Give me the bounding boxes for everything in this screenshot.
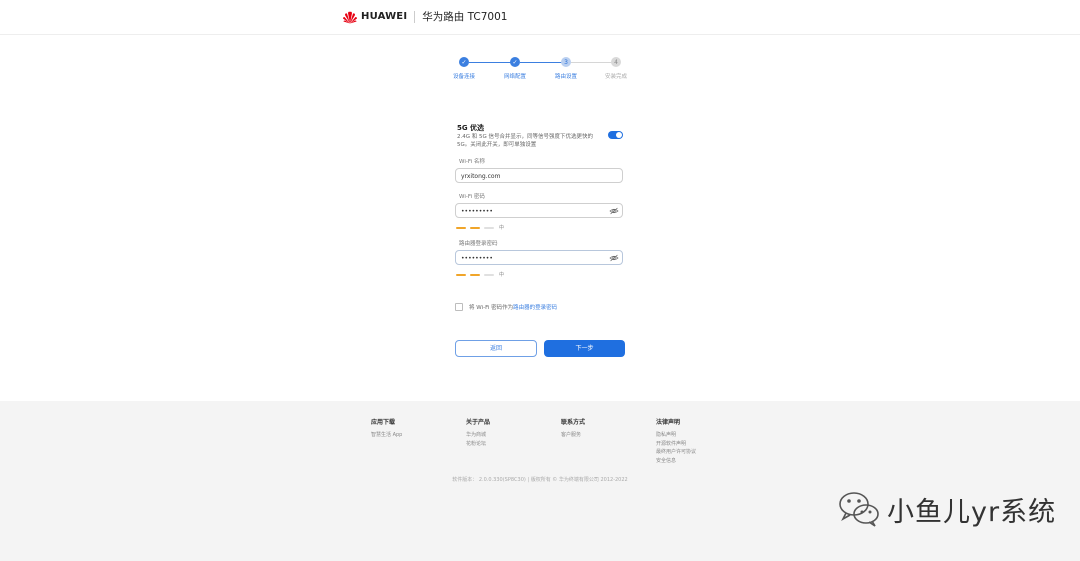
brand-divider (414, 10, 416, 23)
footer-link[interactable]: 花粉论坛 (466, 440, 490, 449)
step-connector (520, 62, 566, 63)
wifi-name-input[interactable]: yrxitong.com (455, 168, 623, 183)
footer-column-legal: 法律声明 隐私声明 开源软件声明 最终用户许可协议 安全信息 (656, 417, 696, 465)
footer-column-contact: 联系方式 客户服务 (561, 417, 585, 440)
5g-preferred-row: 5G 优选 2.4G 和 5G 信号合并显示，同等信号强度下优选更快的 5G。关… (455, 118, 627, 152)
wechat-icon (839, 492, 879, 527)
step-2-label: 网络配置 (503, 74, 527, 80)
strength-label: 中 (499, 272, 505, 278)
same-password-checkbox[interactable] (455, 303, 463, 311)
strength-bar (484, 273, 494, 276)
footer-link[interactable]: 客户服务 (561, 431, 585, 440)
footer-link[interactable]: 隐私声明 (656, 431, 696, 440)
huawei-logo-icon (343, 11, 357, 23)
copyright-text: 软件版本： 2.0.0.330(SP8C30) | 版权所有 © 华为终端有限公… (452, 477, 628, 483)
setup-steps: ✓ ✓ 3 4 设备连接 网络配置 路由设置 安装完成 (440, 57, 640, 87)
5g-preferred-description: 2.4G 和 5G 信号合并显示，同等信号强度下优选更快的 5G。关闭此开关，即… (457, 134, 594, 148)
step-connector (571, 62, 616, 63)
footer-column-product: 关于产品 华为商城 花粉论坛 (466, 417, 490, 448)
hide-password-eye-icon[interactable] (609, 206, 619, 216)
5g-preferred-toggle[interactable] (608, 131, 623, 139)
step-2-check-icon: ✓ (510, 57, 520, 67)
router-password-input[interactable]: ••••••••• (455, 250, 623, 265)
same-password-link[interactable]: 路由器的登录密码 (513, 303, 557, 311)
footer-heading: 关于产品 (466, 419, 491, 426)
strength-label: 中 (499, 225, 505, 231)
strength-bar (484, 226, 494, 229)
product-title: 华为路由 TC7001 (422, 11, 508, 23)
step-3-number: 3 (561, 57, 571, 67)
5g-preferred-title: 5G 优选 (457, 124, 485, 132)
brand-name: HUAWEI (361, 11, 408, 22)
wifi-password-value: ••••••••• (461, 208, 493, 215)
router-settings-form: 5G 优选 2.4G 和 5G 信号合并显示，同等信号强度下优选更快的 5G。关… (455, 118, 627, 357)
step-1-label: 设备连接 (452, 74, 476, 80)
footer-link[interactable]: 智慧生活 App (371, 431, 402, 440)
wifi-password-strength: 中 (456, 224, 504, 231)
footer-heading: 应用下载 (371, 419, 396, 426)
same-password-option: 将 Wi-Fi 密码作为 路由器的登录密码 (455, 303, 557, 311)
back-button[interactable]: 返回 (455, 340, 537, 357)
footer-column-app: 应用下载 智慧生活 App (371, 417, 402, 440)
hide-password-eye-icon[interactable] (609, 253, 619, 263)
step-1-check-icon: ✓ (459, 57, 469, 67)
footer-link[interactable]: 最终用户许可协议 (656, 448, 696, 457)
footer-heading: 法律声明 (656, 419, 681, 426)
wifi-name-label: Wi-Fi 名称 (459, 159, 485, 165)
router-password-strength: 中 (456, 271, 504, 278)
router-password-label: 路由器登录密码 (459, 241, 498, 247)
watermark: 小鱼儿yr系统 (837, 489, 1056, 529)
next-button[interactable]: 下一步 (544, 340, 625, 357)
same-password-text: 将 Wi-Fi 密码作为 (469, 305, 514, 311)
wifi-password-input[interactable]: ••••••••• (455, 203, 623, 218)
brand: HUAWEI 华为路由 TC7001 (342, 9, 507, 24)
watermark-text: 小鱼儿yr系统 (887, 496, 1057, 528)
step-4-label: 安装完成 (604, 74, 628, 80)
footer-link[interactable]: 华为商城 (466, 431, 490, 440)
step-4-number: 4 (611, 57, 621, 67)
page-footer: 应用下载 智慧生活 App 关于产品 华为商城 花粉论坛 联系方式 客户服务 法… (0, 401, 1080, 561)
strength-bar (456, 273, 466, 276)
top-header: HUAWEI 华为路由 TC7001 (0, 0, 1080, 35)
footer-heading: 联系方式 (561, 419, 586, 426)
footer-link[interactable]: 安全信息 (656, 457, 696, 466)
strength-bar (456, 226, 466, 229)
strength-bar (470, 226, 480, 229)
router-password-value: ••••••••• (461, 255, 493, 262)
strength-bar (470, 273, 480, 276)
footer-link[interactable]: 开源软件声明 (656, 440, 696, 449)
step-3-label: 路由设置 (554, 74, 578, 80)
step-connector (469, 62, 515, 63)
wifi-password-label: Wi-Fi 密码 (459, 194, 485, 200)
